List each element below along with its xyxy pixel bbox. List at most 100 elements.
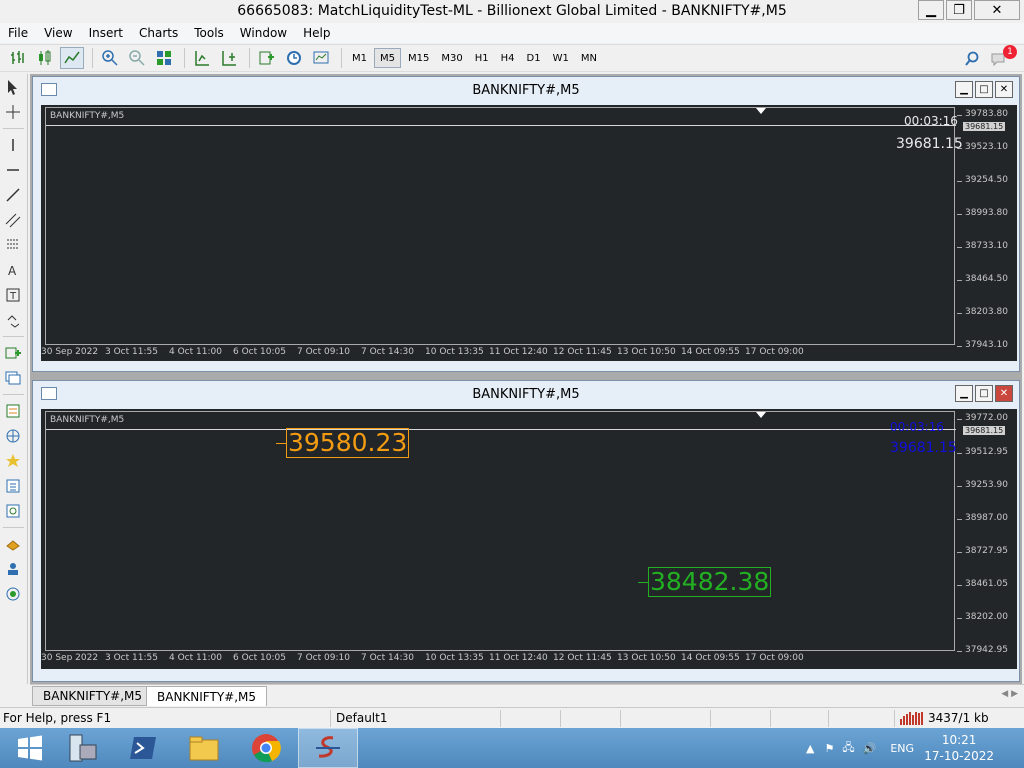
trendline-icon <box>6 188 20 202</box>
chart-minimize-button[interactable]: ▁ <box>955 81 973 98</box>
timeframe-h1[interactable]: H1 <box>470 48 494 68</box>
vertical-line-tool[interactable] <box>0 133 26 157</box>
notifications-button[interactable]: 1 <box>987 45 1017 70</box>
chart-window-1[interactable]: BANKNIFTY#,M5 ▁ □ ✕ BANKNIFTY#,M5 00:03:… <box>32 76 1020 372</box>
timeframe-m15[interactable]: M15 <box>403 48 434 68</box>
chart-close-button[interactable]: ✕ <box>995 385 1013 402</box>
chart-shift-button[interactable] <box>190 47 214 69</box>
templates-button[interactable] <box>309 47 333 69</box>
language-indicator[interactable]: ENG <box>890 742 914 755</box>
action-center-icon[interactable]: ⚑ <box>824 742 834 755</box>
navigator-tool[interactable] <box>0 424 26 448</box>
windows-list-tool[interactable] <box>0 366 26 390</box>
timeframe-w1[interactable]: W1 <box>548 48 574 68</box>
trading-terminal-button[interactable] <box>298 728 358 768</box>
windows-logo-icon <box>18 735 42 761</box>
level-high-label[interactable]: 39580.23 <box>286 428 410 458</box>
chart-maximize-button[interactable]: □ <box>975 81 993 98</box>
y-tick: 39253.90 <box>957 480 1008 490</box>
timeframe-m30[interactable]: M30 <box>436 48 467 68</box>
auto-scroll-button[interactable] <box>217 47 241 69</box>
menu-charts[interactable]: Charts <box>131 26 186 40</box>
chrome-button[interactable] <box>236 728 296 768</box>
close-button[interactable]: ✕ <box>974 0 1020 20</box>
chart-window-2[interactable]: BANKNIFTY#,M5 ▁ □ ✕ BANKNIFTY#,M5 00:03:… <box>32 380 1020 682</box>
volume-icon[interactable]: 🔊 <box>863 742 877 755</box>
text-label-tool[interactable]: T <box>0 283 26 307</box>
timeframe-m1[interactable]: M1 <box>347 48 372 68</box>
menu-help[interactable]: Help <box>295 26 338 40</box>
favorites-tool[interactable] <box>0 449 26 473</box>
indicators-button[interactable] <box>255 47 279 69</box>
chart-close-button[interactable]: ✕ <box>995 81 1013 98</box>
network-icon[interactable]: 🖧 <box>842 739 854 758</box>
menu-tools[interactable]: Tools <box>186 26 232 40</box>
search-button[interactable] <box>960 48 984 70</box>
equidistant-channel-tool[interactable] <box>0 208 26 232</box>
taskbar-clock[interactable]: 10:21 17-10-2022 <box>924 732 994 764</box>
chart-tab-2[interactable]: BANKNIFTY#,M5 <box>146 686 268 706</box>
candlestick-button[interactable] <box>33 47 57 69</box>
chart-shift-marker[interactable] <box>756 412 766 418</box>
price-text: 39681.15 <box>890 440 957 456</box>
text-tool[interactable]: A <box>0 258 26 282</box>
horizontal-line-tool[interactable] <box>0 158 26 182</box>
level-low-label[interactable]: 38482.38 <box>648 567 772 597</box>
chart-area[interactable]: BANKNIFTY#,M5 00:03:16 39681.15 39783.80… <box>41 105 1017 361</box>
chart-area[interactable]: BANKNIFTY#,M5 00:03:16 39681.15 39580.23… <box>41 409 1017 669</box>
x-tick: 7 Oct 09:10 <box>297 653 350 663</box>
zoom-in-button[interactable] <box>98 47 122 69</box>
tray-expand-icon[interactable]: ▲ <box>806 742 814 755</box>
timeframe-d1[interactable]: D1 <box>522 48 546 68</box>
crosshair-tool[interactable] <box>0 100 26 124</box>
new-chart-icon <box>5 347 21 359</box>
data-window-icon <box>6 479 20 493</box>
minimize-button[interactable]: ▁ <box>918 0 944 20</box>
menu-insert[interactable]: Insert <box>81 26 131 40</box>
folder-icon <box>189 736 219 761</box>
menu-window[interactable]: Window <box>232 26 295 40</box>
chart-shift-marker[interactable] <box>756 108 766 114</box>
strategy-tester-tool[interactable] <box>0 499 26 523</box>
arrows-tool[interactable] <box>0 308 26 332</box>
plot-area[interactable]: BANKNIFTY#,M5 00:03:16 39681.15 <box>45 107 963 345</box>
signals-tool[interactable] <box>0 582 26 606</box>
y-tick: 39783.80 <box>957 109 1008 119</box>
data-window-tool[interactable] <box>0 474 26 498</box>
chart-tab-1[interactable]: BANKNIFTY#,M5 <box>32 686 154 706</box>
fibonacci-tool[interactable] <box>0 233 26 257</box>
status-profile[interactable]: Default1 <box>336 711 387 725</box>
bar-chart-button[interactable] <box>6 47 30 69</box>
new-chart-tool[interactable] <box>0 341 26 365</box>
timeframe-mn[interactable]: MN <box>576 48 602 68</box>
crosshair-icon <box>6 105 20 119</box>
cursor-tool[interactable] <box>0 75 26 99</box>
tile-windows-button[interactable] <box>152 47 176 69</box>
terminal-tool[interactable] <box>0 557 26 581</box>
powershell-button[interactable] <box>114 728 174 768</box>
x-tick: 3 Oct 11:55 <box>105 347 158 357</box>
restore-button[interactable]: ❐ <box>946 0 972 20</box>
timeframe-h4[interactable]: H4 <box>496 48 520 68</box>
account-tool[interactable] <box>0 532 26 556</box>
line-chart-button[interactable] <box>60 47 84 69</box>
bar-timer: 00:03:16 <box>904 114 958 128</box>
channel-icon <box>5 213 21 228</box>
y-tick: 37942.95 <box>957 645 1008 655</box>
start-button[interactable] <box>0 728 60 768</box>
trendline-tool[interactable] <box>0 183 26 207</box>
periods-button[interactable] <box>282 47 306 69</box>
market-watch-tool[interactable] <box>0 399 26 423</box>
chart-maximize-button[interactable]: □ <box>975 385 993 402</box>
menu-view[interactable]: View <box>36 26 80 40</box>
chart-workspace: BANKNIFTY#,M5 ▁ □ ✕ BANKNIFTY#,M5 00:03:… <box>30 74 1022 684</box>
zoom-out-button[interactable] <box>125 47 149 69</box>
timeframe-m5[interactable]: M5 <box>374 48 401 68</box>
chart-minimize-button[interactable]: ▁ <box>955 385 973 402</box>
server-manager-button[interactable] <box>52 728 112 768</box>
tab-scroll-arrows[interactable]: ◀ ▶ <box>1001 689 1018 699</box>
menu-file[interactable]: File <box>0 26 36 40</box>
x-tick: 7 Oct 14:30 <box>361 347 414 357</box>
plot-area[interactable]: BANKNIFTY#,M5 00:03:16 39681.15 39580.23… <box>45 411 957 651</box>
file-explorer-button[interactable] <box>174 728 234 768</box>
